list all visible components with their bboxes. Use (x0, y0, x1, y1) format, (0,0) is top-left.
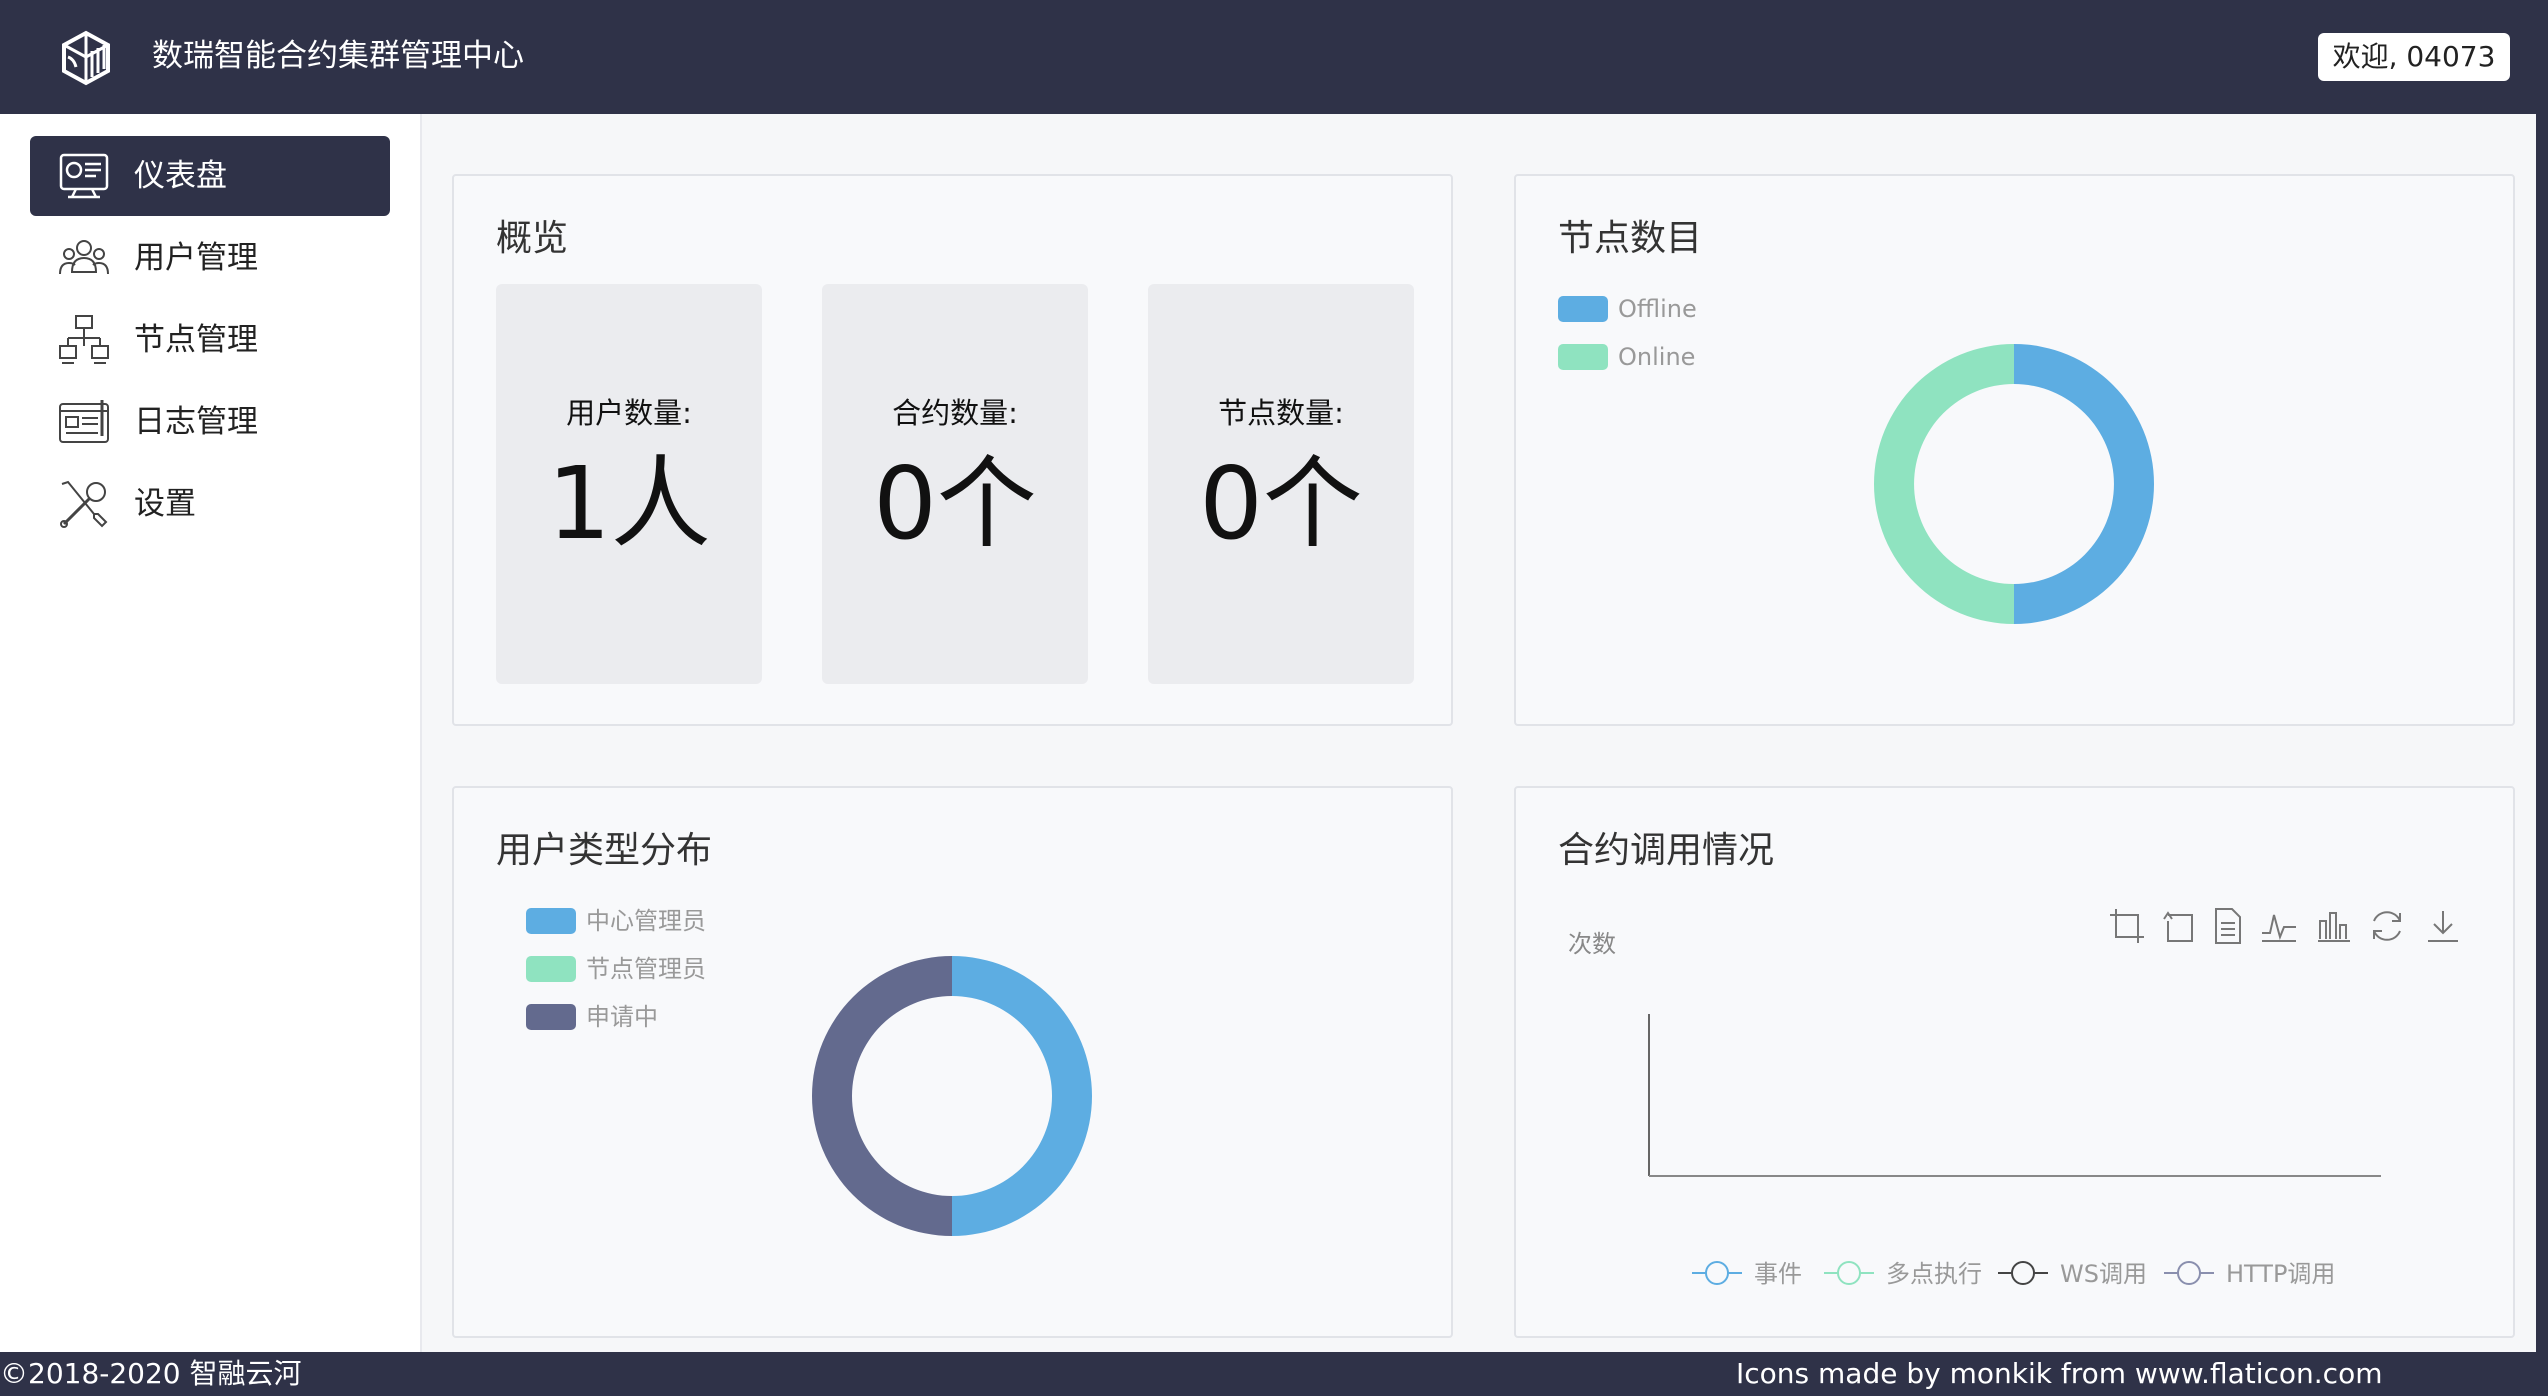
user-donut-slice-2[interactable] (812, 956, 952, 1236)
legend-label-0[interactable]: 事件 (1754, 1260, 1802, 1288)
data-view-icon[interactable] (2208, 907, 2246, 945)
download-icon[interactable] (2424, 907, 2462, 945)
footer: ©2018-2020 智融云河 Icons made by monkik fro… (0, 1352, 2548, 1396)
copyright-text: ©2018-2020 智融云河 (0, 1357, 302, 1390)
line-icon[interactable] (2260, 907, 2298, 945)
icon-credits-text: Icons made by monkik from www.flaticon.c… (1736, 1357, 2383, 1390)
charts-layer: 事件 多点执行 WS调用 HTTP调用 (812, 344, 2381, 1288)
legend-label-1[interactable]: 多点执行 (1886, 1260, 1982, 1288)
user-types-donut-chart (812, 956, 1092, 1236)
legend-marker (2011, 1261, 2035, 1285)
zoom-icon[interactable] (2108, 907, 2146, 945)
legend-marker (2177, 1261, 2201, 1285)
node-donut-slice-0[interactable] (2014, 344, 2154, 624)
legend-marker (1837, 1261, 1861, 1285)
refresh-icon[interactable] (2368, 907, 2406, 945)
node-count-donut-chart (1874, 344, 2154, 624)
legend-label-2[interactable]: WS调用 (2060, 1260, 2147, 1288)
zoom-reset-icon[interactable] (2160, 907, 2198, 945)
node-donut-slice-1[interactable] (1874, 344, 2014, 624)
bar-icon[interactable] (2314, 907, 2352, 945)
legend-marker (1705, 1261, 1729, 1285)
legend-label-3[interactable]: HTTP调用 (2226, 1260, 2335, 1288)
user-donut-slice-0[interactable] (952, 956, 1092, 1236)
contract-calls-line-chart (1648, 1014, 2381, 1177)
contract-calls-legend: 事件 多点执行 WS调用 HTTP调用 (1692, 1260, 2335, 1288)
